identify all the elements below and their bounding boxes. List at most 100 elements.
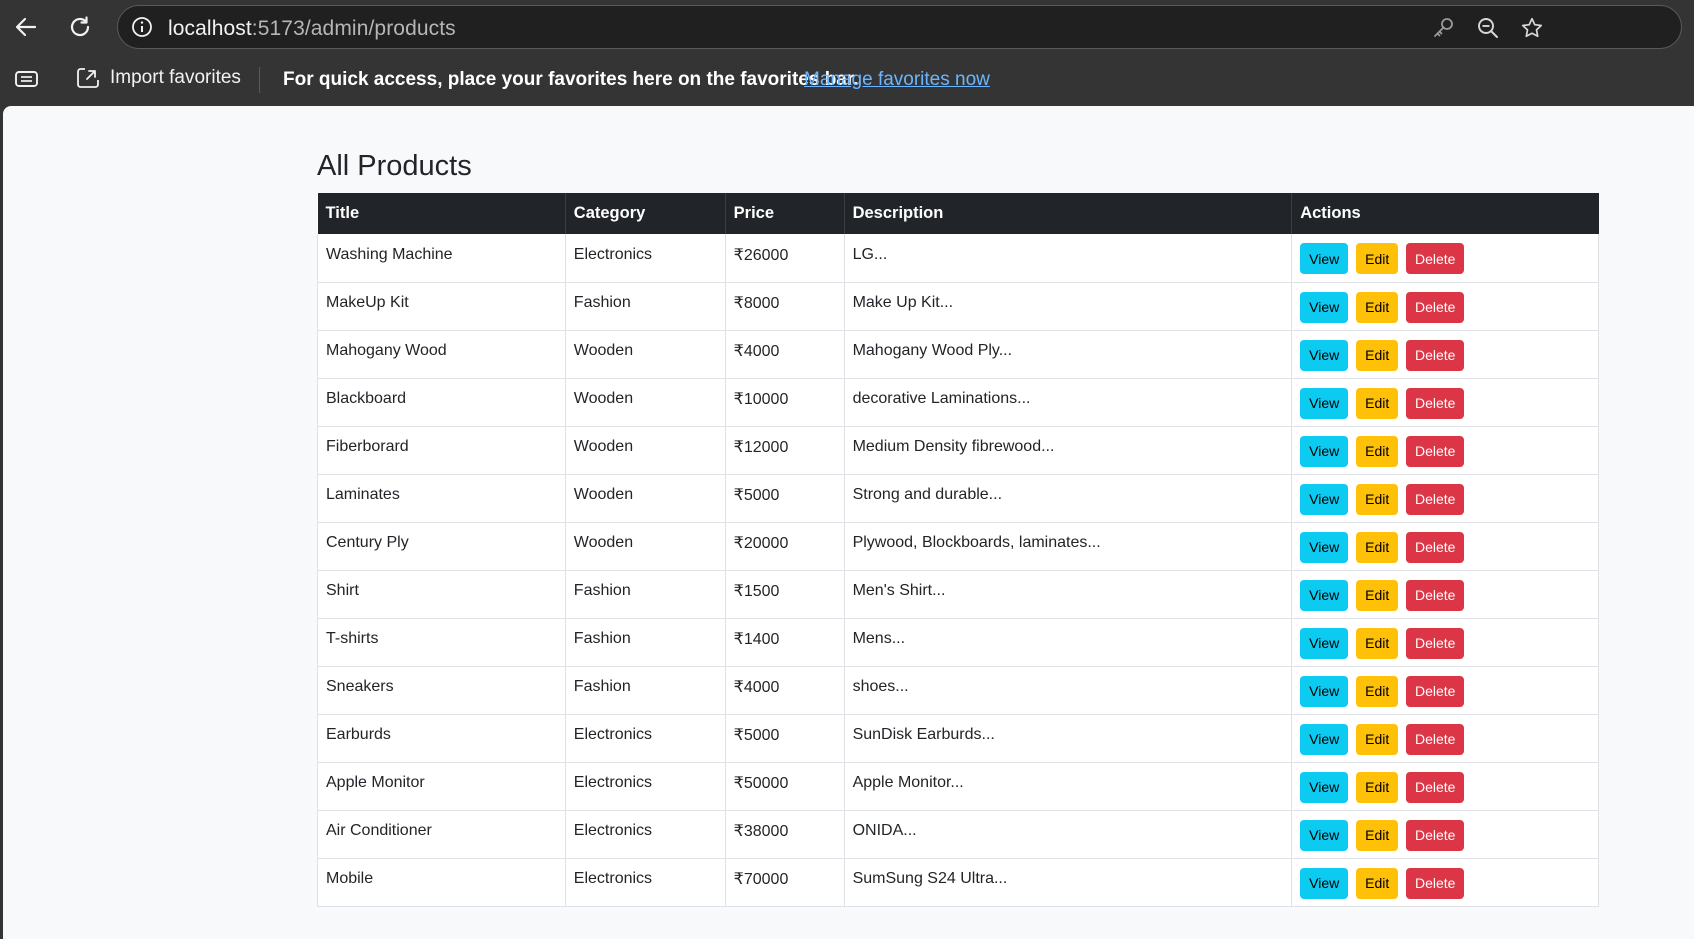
view-button[interactable]: View [1300,243,1349,275]
delete-button[interactable]: Delete [1406,339,1465,371]
key-icon[interactable] [1431,16,1455,40]
delete-button[interactable]: Delete [1406,723,1465,755]
product-description-cell: Mahogany Wood Ply... [844,330,1293,379]
delete-button[interactable]: Delete [1406,435,1465,467]
product-category-cell: Electronics [565,714,726,763]
refresh-icon[interactable] [63,10,97,44]
delete-button[interactable]: Delete [1406,387,1465,419]
product-price-cell: ₹50000 [725,762,845,811]
product-description: Strong and durable... [852,486,1003,503]
actions-cell: View Edit Delete [1291,858,1599,907]
view-button[interactable]: View [1300,339,1349,371]
product-title: Fiberborard [326,438,409,455]
delete-button[interactable]: Delete [1406,291,1465,323]
actions-cell: View Edit Delete [1291,570,1599,619]
view-button[interactable]: View [1300,723,1349,755]
favorites-message: For quick access, place your favorites h… [283,69,859,90]
product-title-cell: Mobile [317,858,566,907]
edit-button[interactable]: Edit [1356,867,1399,899]
table-row: MakeUp Kit Fashion ₹8000 Make Up Kit... View… [317,282,1599,331]
view-button[interactable]: View [1300,771,1349,803]
product-title: Washing Machine [326,245,453,263]
url-text[interactable]: localhost:5173/admin/products [168,17,456,41]
actions-cell: View Edit Delete [1291,522,1599,571]
product-title: Sneakers [326,678,394,695]
delete-button[interactable]: Delete [1406,771,1465,803]
product-description-cell: decorative Laminations... [844,378,1293,427]
edit-button[interactable]: Edit [1356,675,1399,707]
delete-button[interactable]: Delete [1406,579,1465,611]
product-description-cell: ONIDA... [844,810,1293,859]
product-category: Electronics [573,774,653,791]
product-title-cell: Air Conditioner [317,810,566,859]
view-button[interactable]: View [1300,579,1349,611]
manage-favorites-link[interactable]: Manage favorites now [804,69,990,91]
product-category: Wooden [573,486,634,503]
edit-button[interactable]: Edit [1356,771,1399,803]
view-button[interactable]: View [1300,483,1349,515]
edit-button[interactable]: Edit [1356,291,1399,323]
edit-button[interactable]: Edit [1356,243,1399,275]
actions-cell: View Edit Delete [1291,810,1599,859]
view-button[interactable]: View [1300,819,1349,851]
edit-button[interactable]: Edit [1356,531,1399,563]
view-button[interactable]: View [1300,531,1349,563]
view-button[interactable]: View [1300,675,1349,707]
product-price: ₹10000 [733,391,789,408]
delete-button[interactable]: Delete [1406,531,1465,563]
delete-button[interactable]: Delete [1406,483,1465,515]
zoom-out-icon[interactable] [1476,16,1500,40]
product-description-cell: Mens... [844,618,1293,667]
product-description-cell: Strong and durable... [844,474,1293,523]
back-arrow-icon[interactable] [9,10,43,44]
import-favorites-button[interactable]: Import favorites [76,66,241,90]
edit-button[interactable]: Edit [1356,723,1399,755]
product-category-cell: Electronics [565,234,726,283]
product-category: Electronics [573,822,653,839]
product-description: SunDisk Earburds... [852,726,995,743]
product-price-cell: ₹70000 [725,858,845,907]
table-row: Shirt Fashion ₹1500 Men's Shirt... View Edit D… [317,570,1599,619]
view-button[interactable]: View [1300,627,1349,659]
edit-button[interactable]: Edit [1356,483,1399,515]
product-title: Mahogany Wood [326,342,447,359]
product-category-cell: Fashion [565,282,726,331]
delete-button[interactable]: Delete [1406,627,1465,659]
product-category: Electronics [573,726,653,743]
product-price-cell: ₹10000 [725,378,845,427]
edit-button[interactable]: Edit [1356,819,1399,851]
product-price: ₹26000 [733,246,789,264]
product-title: MakeUp Kit [326,294,409,311]
edit-button[interactable]: Edit [1356,387,1399,419]
delete-button[interactable]: Delete [1406,867,1465,899]
product-title: Laminates [326,486,400,503]
table-header-row: Title Category Price Description Actions [317,193,1599,234]
edit-button[interactable]: Edit [1356,579,1399,611]
edit-button[interactable]: Edit [1356,339,1399,371]
delete-button[interactable]: Delete [1406,819,1465,851]
view-button[interactable]: View [1300,435,1349,467]
table-row: Apple Monitor Electronics ₹50000 Apple Moni… [317,762,1599,811]
delete-button[interactable]: Delete [1406,243,1465,275]
info-icon[interactable] [131,16,153,38]
product-title-cell: Sneakers [317,666,566,715]
product-category-cell: Electronics [565,810,726,859]
view-button[interactable]: View [1300,867,1349,899]
delete-button[interactable]: Delete [1406,675,1465,707]
product-price: ₹12000 [733,439,789,456]
view-button[interactable]: View [1300,291,1349,323]
edit-button[interactable]: Edit [1356,627,1399,659]
product-category-cell: Wooden [565,522,726,571]
product-description: LG... [852,245,888,263]
address-bar[interactable]: localhost:5173/admin/products [117,5,1682,49]
product-title-cell: Earburds [317,714,566,763]
product-category-cell: Electronics [565,858,726,907]
collections-icon[interactable] [14,68,40,90]
product-description: Mahogany Wood Ply... [852,342,1013,359]
row-actions: View Edit Delete [1300,483,1590,515]
actions-cell: View Edit Delete [1291,618,1599,667]
edit-button[interactable]: Edit [1356,435,1399,467]
star-icon[interactable] [1520,16,1544,40]
product-price-cell: ₹12000 [725,426,845,475]
view-button[interactable]: View [1300,387,1349,419]
